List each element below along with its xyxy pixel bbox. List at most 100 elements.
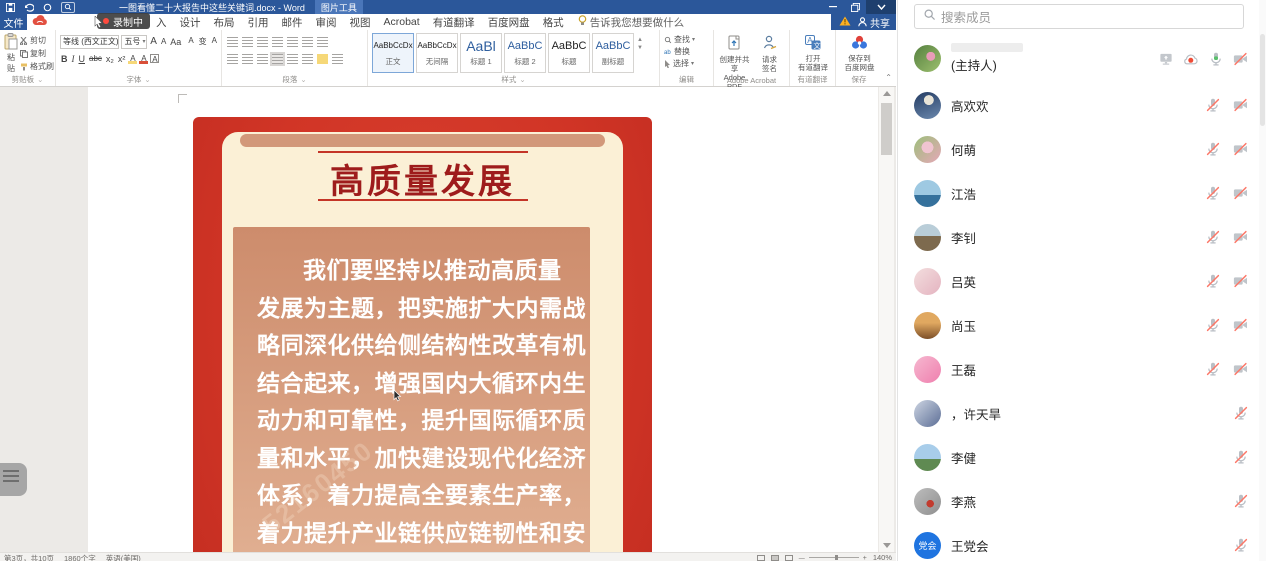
align-left-icon[interactable]	[227, 54, 238, 64]
ribbon-tab[interactable]: 有道翻译	[433, 15, 475, 30]
zoom-slider[interactable]	[799, 553, 867, 561]
camera-off-icon[interactable]	[1232, 185, 1249, 201]
change-case-button[interactable]: Aa	[169, 37, 182, 47]
find-button[interactable]: 查找	[664, 34, 710, 45]
camera-off-icon[interactable]	[1232, 317, 1249, 333]
member-row[interactable]: 党会王党会	[898, 523, 1260, 561]
distribute-icon[interactable]	[287, 54, 298, 64]
request-signature-button[interactable]: 请求 签名	[753, 33, 786, 75]
font-family-combo[interactable]: 等线 (西文正文)	[60, 35, 119, 49]
warning-icon[interactable]	[839, 16, 851, 29]
pilcrow-icon[interactable]	[317, 37, 328, 47]
ribbon-tab[interactable]: 入	[156, 15, 167, 30]
font-style-button[interactable]: I	[71, 54, 76, 64]
scroll-down-arrow[interactable]	[883, 543, 891, 548]
search-tool-icon[interactable]	[61, 2, 75, 13]
font-style-button[interactable]: U	[78, 54, 87, 64]
member-row[interactable]: ，许天旱	[898, 391, 1260, 435]
print-layout-icon[interactable]	[771, 555, 779, 561]
ribbon-tab[interactable]: 审阅	[316, 15, 337, 30]
youdao-translate-button[interactable]: A文 打开 有道翻译	[794, 33, 832, 72]
member-row[interactable]: 江浩	[898, 171, 1260, 215]
doc-vertical-scrollbar[interactable]	[878, 87, 894, 552]
sync-cloud-icon[interactable]	[32, 15, 48, 29]
font-highlight-button[interactable]: A	[128, 54, 137, 63]
decrease-indent-icon[interactable]	[272, 37, 283, 47]
font-extra-button[interactable]: 变	[198, 36, 208, 47]
scroll-thumb[interactable]	[881, 103, 892, 155]
bullet-list-icon[interactable]	[227, 37, 238, 47]
style-card[interactable]: AaBbC副标题	[592, 33, 634, 73]
mic-off-icon[interactable]	[1205, 97, 1221, 113]
font-style-button[interactable]: x²	[117, 54, 127, 64]
copy-button[interactable]: 复制	[20, 48, 54, 59]
panel-scroll-thumb[interactable]	[1260, 34, 1265, 126]
align-center-icon[interactable]	[242, 54, 253, 64]
sort-icon[interactable]	[302, 37, 313, 47]
redo-icon[interactable]	[43, 3, 52, 12]
member-row[interactable]: 尚玉	[898, 303, 1260, 347]
camera-off-icon[interactable]	[1232, 97, 1249, 113]
camera-off-icon[interactable]	[1232, 361, 1249, 377]
member-row[interactable]: 李健	[898, 435, 1260, 479]
zoom-in-icon[interactable]	[863, 553, 867, 561]
ribbon-tab[interactable]: 设计	[180, 15, 201, 30]
mic-off-icon[interactable]	[1205, 185, 1221, 201]
shading-icon[interactable]	[317, 54, 328, 64]
font-size-combo[interactable]: 五号	[121, 35, 147, 49]
collapse-window-chevron[interactable]	[866, 0, 896, 14]
member-row[interactable]: (主持人)	[898, 34, 1260, 83]
style-card[interactable]: AaBbC标题 2	[504, 33, 546, 73]
tell-me-box[interactable]: 告诉我您想要做什么	[578, 15, 685, 30]
camera-off-icon[interactable]	[1232, 229, 1249, 245]
char-border-button[interactable]: A	[150, 54, 159, 63]
mic-off-icon[interactable]	[1233, 493, 1249, 509]
format-painter-button[interactable]: 格式刷	[20, 61, 54, 72]
web-layout-icon[interactable]	[785, 555, 793, 561]
camera-off-icon[interactable]	[1232, 51, 1249, 67]
ribbon-tab[interactable]: 引用	[248, 15, 269, 30]
font-style-button[interactable]: B	[60, 54, 69, 64]
search-members-box[interactable]: 搜索成员	[914, 4, 1244, 29]
ribbon-tab[interactable]: 百度网盘	[488, 15, 530, 30]
scroll-up-arrow[interactable]	[883, 91, 891, 96]
panel-scrollbar[interactable]	[1259, 0, 1266, 561]
mic-off-icon[interactable]	[1205, 141, 1221, 157]
align-right-icon[interactable]	[257, 54, 268, 64]
mic-off-icon[interactable]	[1233, 537, 1249, 553]
read-mode-icon[interactable]	[757, 555, 765, 561]
font-extra-button[interactable]: A	[187, 36, 194, 47]
borders-icon[interactable]	[332, 54, 343, 64]
member-row[interactable]: 吕英	[898, 259, 1260, 303]
language-indicator[interactable]: 英语(美国)	[106, 553, 141, 561]
ribbon-tab[interactable]: 邮件	[282, 15, 303, 30]
member-row[interactable]: 李燕	[898, 479, 1260, 523]
member-row[interactable]: 李钊	[898, 215, 1260, 259]
mic-off-icon[interactable]	[1205, 273, 1221, 289]
collapse-ribbon-chevron[interactable]: ⌃	[885, 73, 892, 82]
mic-on-icon[interactable]	[1208, 51, 1224, 67]
zoom-out-icon[interactable]	[799, 553, 805, 561]
paste-button[interactable]: 粘贴	[4, 33, 18, 75]
mic-off-icon[interactable]	[1233, 449, 1249, 465]
page-indicator[interactable]: 第3页，共10页	[4, 553, 54, 561]
undo-icon[interactable]	[24, 3, 34, 12]
camera-off-icon[interactable]	[1232, 273, 1249, 289]
camera-off-icon[interactable]	[1232, 141, 1249, 157]
share-button[interactable]: 共享	[858, 15, 890, 30]
member-row[interactable]: 王磊	[898, 347, 1260, 391]
restore-button[interactable]	[844, 0, 866, 14]
styles-scroll-arrows[interactable]: ▲▼	[637, 37, 643, 51]
ribbon-tab[interactable]: 视图	[350, 15, 371, 30]
justify-icon[interactable]	[272, 54, 283, 64]
save-icon[interactable]	[6, 3, 15, 12]
style-card[interactable]: AaBbCcDx无间隔	[416, 33, 458, 73]
numbered-list-icon[interactable]	[242, 37, 253, 47]
mic-off-icon[interactable]	[1233, 405, 1249, 421]
select-button[interactable]: 选择	[664, 58, 710, 69]
style-card[interactable]: AaBbCcDx正文	[372, 33, 414, 73]
increase-indent-icon[interactable]	[287, 37, 298, 47]
font-style-button[interactable]: abc	[88, 54, 103, 63]
replace-button[interactable]: ab替换	[664, 46, 710, 57]
cut-button[interactable]: 剪切	[20, 35, 54, 46]
